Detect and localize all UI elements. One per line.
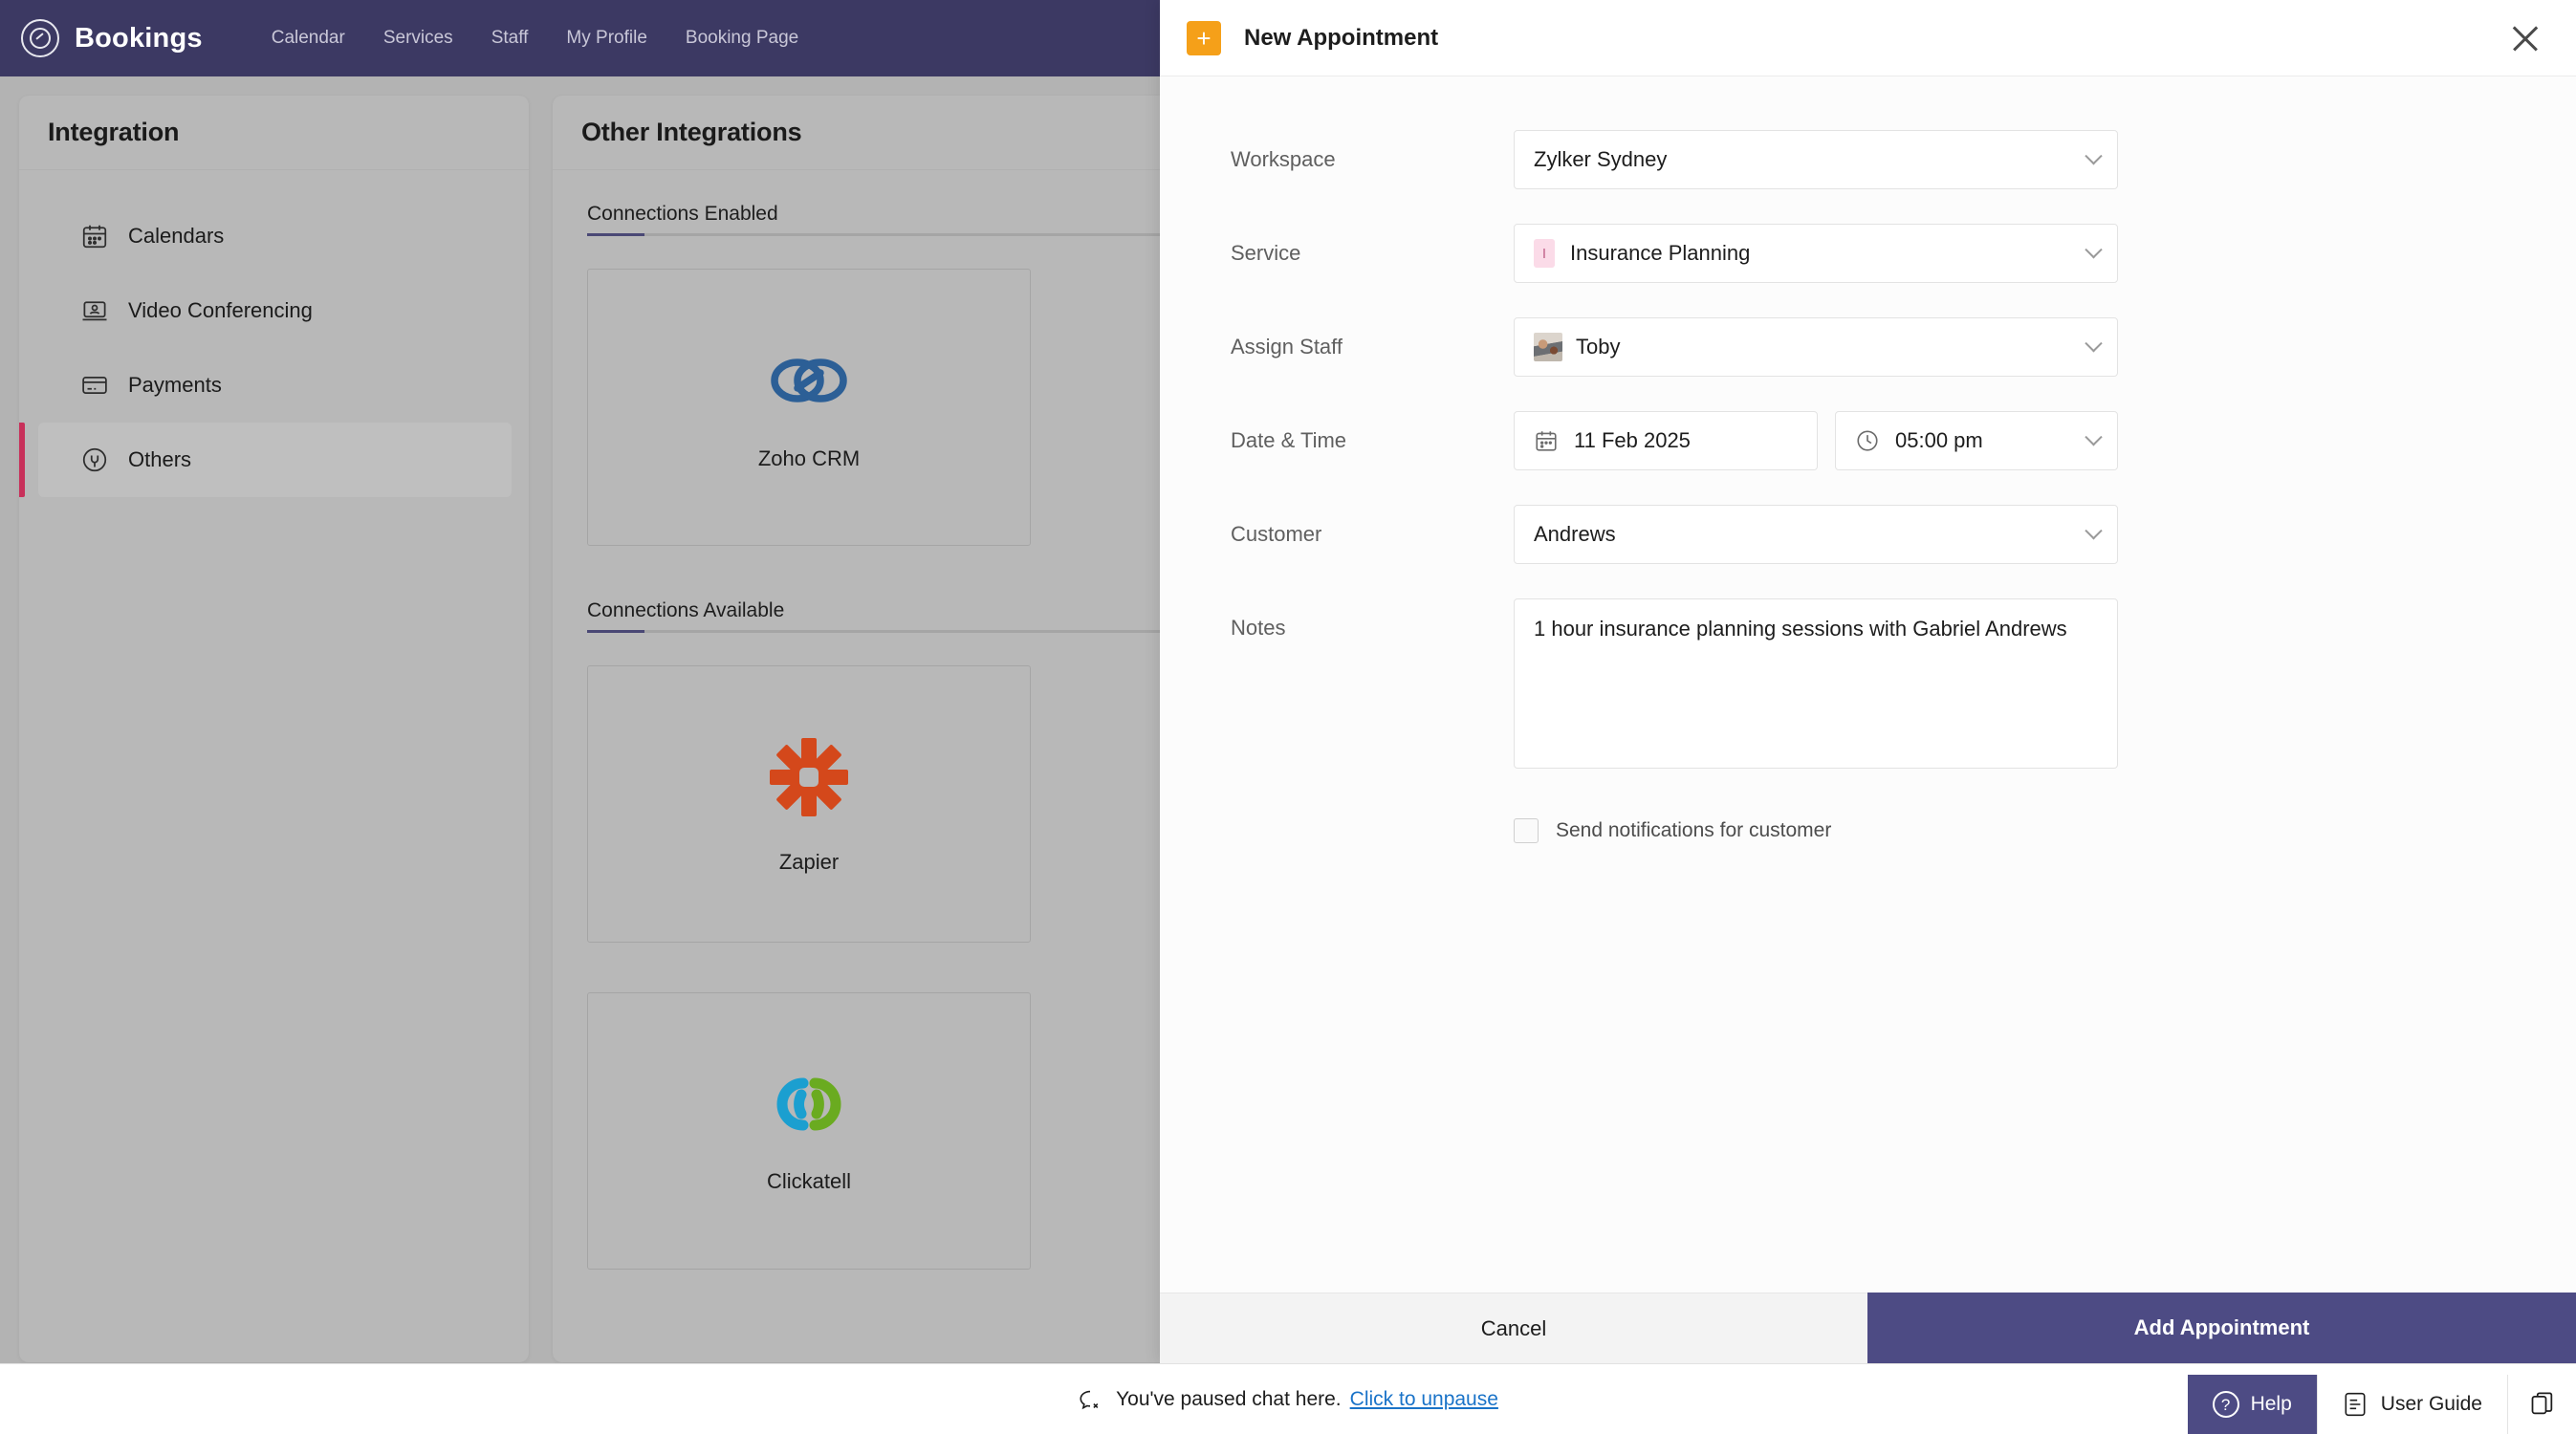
modal-body: Workspace Zylker Sydney Service I Insura…	[1160, 76, 2576, 1293]
nav-link-services[interactable]: Services	[364, 0, 472, 76]
notes-textarea[interactable]: 1 hour insurance planning sessions with …	[1514, 598, 2118, 769]
field-row-workspace: Workspace Zylker Sydney	[1160, 130, 2576, 189]
service-value: Insurance Planning	[1570, 241, 1751, 265]
integration-sidebar-list: Calendars Video Conferencing Payments Ot…	[19, 170, 529, 497]
screen: Bookings Calendar Services Staff My Prof…	[0, 0, 2576, 1434]
document-icon	[2345, 1392, 2366, 1417]
field-row-customer: Customer Andrews	[1160, 505, 2576, 564]
question-mark-icon: ?	[2212, 1391, 2239, 1418]
notes-label: Notes	[1231, 616, 1286, 640]
cancel-button[interactable]: Cancel	[1160, 1293, 1867, 1363]
assign-staff-label: Assign Staff	[1231, 335, 1343, 358]
user-guide-label: User Guide	[2380, 1393, 2482, 1415]
copy-icon	[2531, 1392, 2552, 1415]
integration-tile-name: Zapier	[778, 850, 840, 874]
integration-title: Integration	[48, 118, 180, 146]
chevron-down-icon	[2085, 240, 2103, 258]
send-notifications-label: Send notifications for customer	[1556, 819, 1832, 841]
other-integrations-title: Other Integrations	[581, 118, 802, 146]
workspace-select[interactable]: Zylker Sydney	[1514, 130, 2118, 189]
new-appointment-modal: + New Appointment Workspace Zylker Sydne…	[1160, 0, 2576, 1363]
field-row-service: Service I Insurance Planning	[1160, 224, 2576, 283]
sidebar-item-label: Others	[128, 447, 192, 471]
avatar	[1534, 333, 1562, 361]
field-row-staff: Assign Staff Toby	[1160, 317, 2576, 377]
plus-icon: +	[1187, 20, 1221, 55]
customer-select[interactable]: Andrews	[1514, 505, 2118, 564]
chevron-down-icon	[2085, 146, 2103, 164]
integration-tile-zapier[interactable]: Zapier	[587, 665, 1031, 943]
zapier-logo	[770, 738, 848, 816]
date-input[interactable]: 11 Feb 2025	[1514, 411, 1818, 470]
date-value: 11 Feb 2025	[1574, 428, 1691, 452]
chat-paused-icon	[1080, 1390, 1099, 1409]
calendar-icon	[1536, 431, 1557, 451]
integration-tile-name: Clickatell	[766, 1169, 852, 1193]
clickatell-logo	[776, 1077, 841, 1131]
sidebar-item-label: Calendars	[128, 224, 225, 248]
zoho-crm-logo	[771, 358, 847, 402]
integration-tile-zoho-crm[interactable]: Zoho CRM	[587, 269, 1031, 546]
modal-title: New Appointment	[1244, 24, 1439, 51]
workspace-label: Workspace	[1231, 147, 1336, 171]
modal-footer: Cancel Add Appointment	[1160, 1293, 2576, 1363]
help-label: Help	[2250, 1393, 2292, 1415]
plug-icon	[82, 447, 107, 472]
calendar-icon	[82, 225, 107, 249]
send-notifications-checkbox[interactable]	[1514, 818, 1539, 843]
credit-card-icon	[82, 377, 107, 394]
user-guide-button[interactable]: User Guide	[2316, 1375, 2507, 1434]
integration-tile-clickatell[interactable]: Clickatell	[587, 992, 1031, 1270]
chevron-down-icon	[2085, 521, 2103, 539]
copy-button[interactable]	[2507, 1375, 2576, 1434]
video-icon	[82, 301, 107, 321]
time-value: 05:00 pm	[1895, 428, 1983, 452]
modal-header: + New Appointment	[1160, 0, 2576, 76]
customer-value: Andrews	[1534, 522, 1616, 546]
integration-panel-header: Integration	[19, 96, 529, 170]
brand[interactable]: Bookings	[21, 19, 203, 57]
customer-label: Customer	[1231, 522, 1322, 546]
bookings-logo-icon	[21, 19, 59, 57]
sidebar-item-label: Video Conferencing	[128, 298, 313, 322]
sidebar-item-calendars[interactable]: Calendars	[38, 199, 512, 273]
sidebar-item-payments[interactable]: Payments	[38, 348, 512, 423]
field-row-datetime: Date & Time 11 Feb 2025 05:00 pm	[1160, 411, 2576, 470]
chevron-down-icon	[2085, 334, 2103, 352]
field-row-notes: Notes 1 hour insurance planning sessions…	[1160, 598, 2576, 843]
help-button[interactable]: ? Help	[2187, 1375, 2317, 1434]
sidebar-item-video-conferencing[interactable]: Video Conferencing	[38, 273, 512, 348]
service-select[interactable]: I Insurance Planning	[1514, 224, 2118, 283]
sidebar-item-label: Payments	[128, 373, 222, 397]
integration-tile-name: Zoho CRM	[757, 446, 861, 470]
workspace-value: Zylker Sydney	[1534, 147, 1668, 171]
date-time-label: Date & Time	[1231, 428, 1347, 452]
service-badge-icon: I	[1534, 239, 1555, 268]
add-appointment-button[interactable]: Add Appointment	[1867, 1293, 2576, 1363]
close-icon[interactable]	[2509, 22, 2542, 54]
integration-panel: Integration Calendars Video Conferencing…	[19, 96, 529, 1362]
chevron-down-icon	[2085, 427, 2103, 445]
service-label: Service	[1231, 241, 1301, 265]
nav-link-booking-page[interactable]: Booking Page	[666, 0, 818, 76]
time-select[interactable]: 05:00 pm	[1835, 411, 2118, 470]
clock-icon	[1857, 430, 1878, 451]
nav-link-calendar[interactable]: Calendar	[252, 0, 364, 76]
chat-message: You've paused chat here.	[1116, 1387, 1342, 1410]
assign-staff-value: Toby	[1576, 335, 1621, 358]
nav-link-my-profile[interactable]: My Profile	[547, 0, 666, 76]
brand-name: Bookings	[75, 22, 203, 54]
sidebar-item-others[interactable]: Others	[19, 423, 512, 497]
unpause-chat-link[interactable]: Click to unpause	[1350, 1388, 1498, 1411]
help-bar: ? Help User Guide	[2187, 1375, 2576, 1434]
assign-staff-select[interactable]: Toby	[1514, 317, 2118, 377]
send-notifications-row[interactable]: Send notifications for customer	[1514, 818, 2576, 843]
nav-link-staff[interactable]: Staff	[472, 0, 548, 76]
